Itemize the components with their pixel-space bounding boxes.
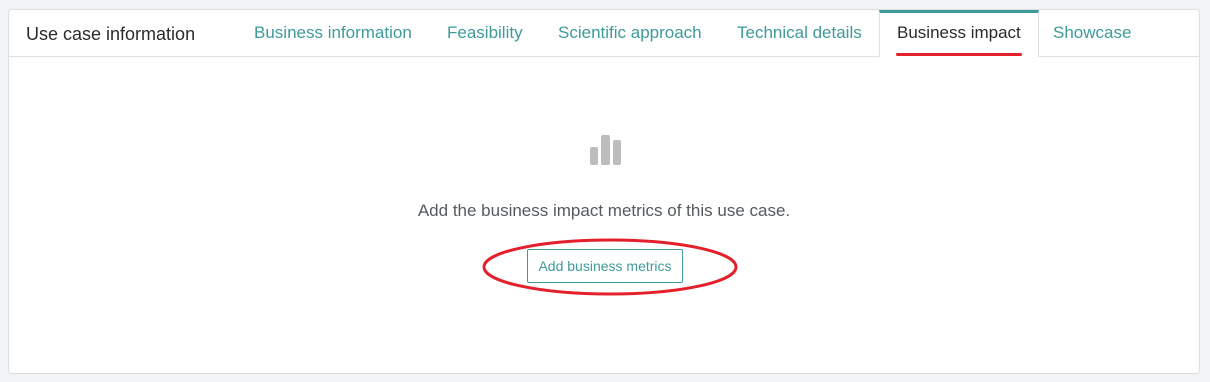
tab-business-information[interactable]: Business information xyxy=(254,23,412,43)
add-business-metrics-button[interactable]: Add business metrics xyxy=(527,249,683,283)
card-header: Use case information Business informatio… xyxy=(9,10,1199,57)
tab-technical-details[interactable]: Technical details xyxy=(737,23,862,43)
card-title: Use case information xyxy=(26,24,196,44)
tab-showcase[interactable]: Showcase xyxy=(1053,23,1131,43)
bar-chart-icon xyxy=(590,135,621,165)
tab-business-impact[interactable]: Business impact xyxy=(879,10,1039,57)
use-case-information-card: Use case information Business informatio… xyxy=(8,9,1200,374)
annotation-underline xyxy=(896,53,1022,56)
tab-feasibility[interactable]: Feasibility xyxy=(447,23,523,43)
tab-scientific-approach[interactable]: Scientific approach xyxy=(558,23,702,43)
empty-state-message: Add the business impact metrics of this … xyxy=(417,201,791,220)
